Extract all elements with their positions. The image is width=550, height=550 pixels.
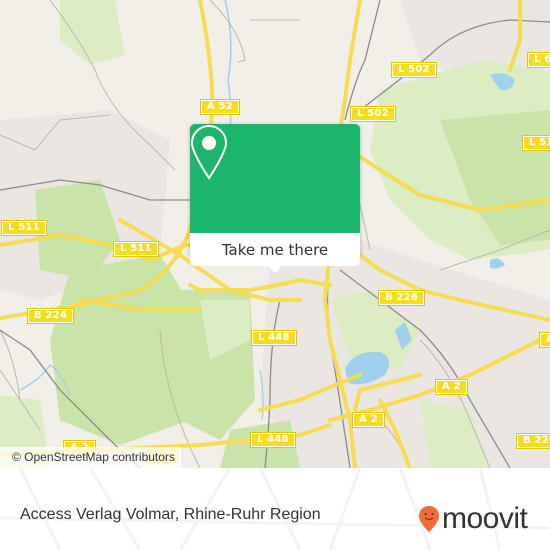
- popup-header: [190, 124, 360, 233]
- take-me-there-button[interactable]: Take me there: [190, 233, 360, 266]
- moovit-wordmark: moovit: [442, 502, 528, 535]
- map[interactable]: L 502 L 6 A 52 L 502 L 511 L 511 L 511 B…: [0, 0, 550, 468]
- location-title: Access Verlag Volmar, Rhine-Ruhr Region: [20, 506, 321, 523]
- road-label-b226: B 226: [378, 290, 425, 306]
- road-label-l511: L 511: [1, 220, 47, 236]
- road-label-l448: L 448: [251, 330, 297, 346]
- road-label-l511: L 511: [113, 241, 159, 257]
- popup-pointer: [267, 265, 283, 273]
- map-attribution[interactable]: © OpenStreetMap contributors: [0, 447, 181, 468]
- road-label-a2: A 2: [435, 379, 468, 395]
- road-label-l448: L 448: [250, 432, 296, 448]
- footer: Access Verlag Volmar, Rhine-Ruhr Region …: [0, 468, 550, 550]
- road-label-a2: A 2: [539, 332, 550, 348]
- road-label-l6: L 6: [526, 52, 550, 68]
- moovit-logo: moovit: [418, 502, 528, 535]
- road-label-l502: L 502: [350, 106, 396, 122]
- location-pin-icon: [190, 124, 228, 180]
- location-popup: Take me there: [190, 124, 360, 273]
- road-label-a52: A 52: [200, 99, 240, 115]
- road-label-b224: B 224: [27, 308, 74, 324]
- road-label-b226: B 226: [516, 433, 550, 449]
- road-label-l502: L 502: [391, 62, 437, 78]
- road-label-l511: L 511: [522, 135, 550, 151]
- moovit-pin-icon: [419, 506, 439, 532]
- road-label-a2: A 2: [352, 412, 385, 428]
